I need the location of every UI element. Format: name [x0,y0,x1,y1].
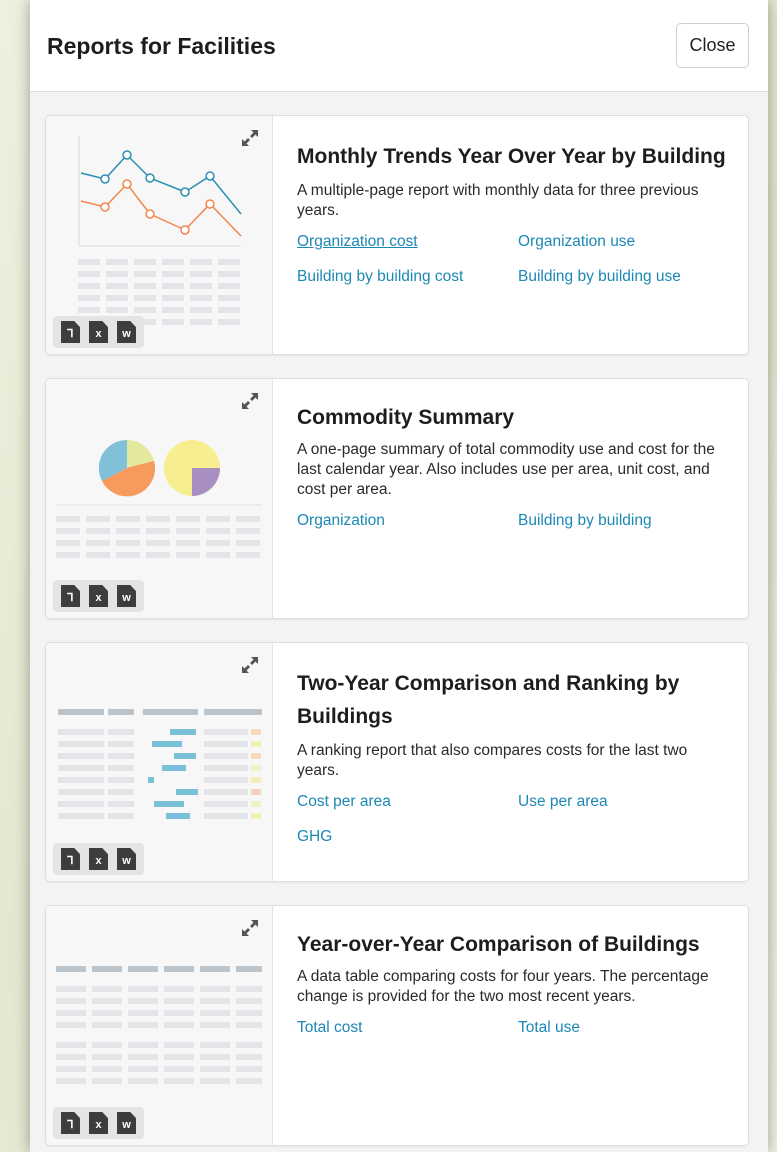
link-cost-per-area[interactable]: Cost per area [297,790,518,814]
close-button[interactable]: Close [676,23,749,68]
file-format-icons: ⅂ x w [53,1107,144,1139]
expand-icon[interactable] [240,655,260,675]
report-content: Two-Year Comparison and Ranking by Build… [297,643,728,849]
report-description: A multiple-page report with monthly data… [297,182,699,219]
link-total-use[interactable]: Total use [518,1016,728,1040]
word-icon[interactable]: w [117,321,136,343]
excel-icon[interactable]: x [89,585,108,607]
report-content: Monthly Trends Year Over Year by Buildin… [297,116,728,289]
report-links: Total cost Total use [297,1016,728,1040]
report-thumbnail[interactable]: ⅂ x w [46,906,273,1145]
report-title: Year-over-Year Comparison of Buildings [297,933,700,956]
pdf-icon[interactable]: ⅂ [61,585,80,607]
report-content: Year-over-Year Comparison of Buildings A… [297,906,728,1040]
file-format-icons: ⅂ x w [53,843,144,875]
link-ghg[interactable]: GHG [297,825,518,849]
report-card-monthly-trends: ⅂ x w Monthly Trends Year Over Year by B… [45,115,749,355]
report-thumbnail[interactable]: ⅂ x w [46,379,273,618]
word-icon[interactable]: w [117,1112,136,1134]
report-card-two-year-comparison: ⅂ x w Two-Year Comparison and Ranking by… [45,642,749,882]
link-total-cost[interactable]: Total cost [297,1016,518,1040]
link-organization[interactable]: Organization [297,509,518,533]
report-description: A one-page summary of total commodity us… [297,441,715,498]
report-card-year-over-year: ⅂ x w Year-over-Year Comparison of Build… [45,905,749,1146]
report-thumbnail[interactable]: ⅂ x w [46,643,273,881]
expand-icon[interactable] [240,918,260,938]
modal-title: Reports for Facilities [47,33,276,59]
link-organization-cost[interactable]: Organization cost [297,230,518,254]
file-format-icons: ⅂ x w [53,316,144,348]
link-building-by-building[interactable]: Building by building [518,509,728,533]
reports-modal: Reports for Facilities Close ⅂ x w Month… [30,0,768,1152]
report-title: Commodity Summary [297,406,515,429]
report-description: A data table comparing costs for four ye… [297,968,709,1005]
pdf-icon[interactable]: ⅂ [61,1112,80,1134]
excel-icon[interactable]: x [89,848,108,870]
report-links: Organization Building by building [297,509,728,533]
report-title: Monthly Trends Year Over Year by Buildin… [297,145,726,168]
word-icon[interactable]: w [117,585,136,607]
link-organization-use[interactable]: Organization use [518,230,728,254]
report-thumbnail[interactable]: ⅂ x w [46,116,273,354]
report-card-commodity-summary: ⅂ x w Commodity Summary A one-page summa… [45,378,749,619]
report-links: Cost per area Use per area GHG [297,790,728,849]
link-use-per-area[interactable]: Use per area [518,790,728,814]
excel-icon[interactable]: x [89,1112,108,1134]
report-content: Commodity Summary A one-page summary of … [297,379,728,533]
link-building-cost[interactable]: Building by building cost [297,265,518,289]
link-building-use[interactable]: Building by building use [518,265,728,289]
report-links: Organization cost Organization use Build… [297,230,728,289]
pdf-icon[interactable]: ⅂ [61,848,80,870]
file-format-icons: ⅂ x w [53,580,144,612]
expand-icon[interactable] [240,391,260,411]
report-description: A ranking report that also compares cost… [297,742,688,779]
expand-icon[interactable] [240,128,260,148]
modal-header: Reports for Facilities Close [30,0,768,92]
report-title: Two-Year Comparison and Ranking by Build… [297,672,680,728]
word-icon[interactable]: w [117,848,136,870]
excel-icon[interactable]: x [89,321,108,343]
pdf-icon[interactable]: ⅂ [61,321,80,343]
